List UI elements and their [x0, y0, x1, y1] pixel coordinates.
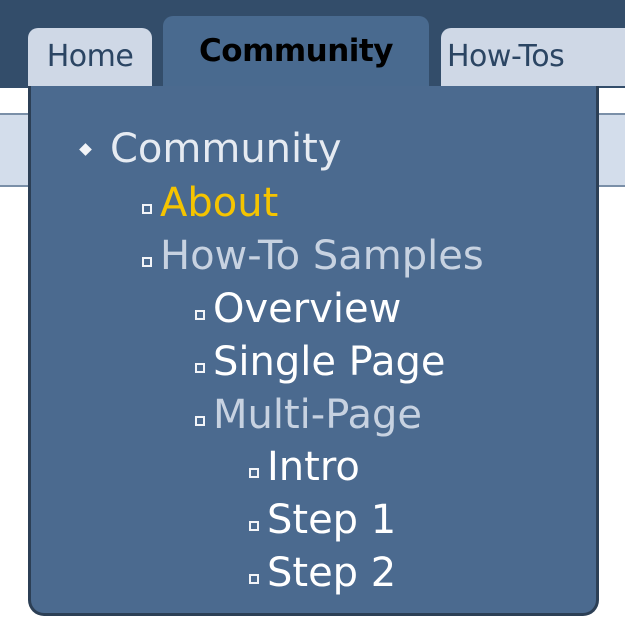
square-bullet-icon	[195, 363, 205, 373]
menu-item-label: Step 2	[267, 550, 397, 596]
menu-item-community[interactable]: Community	[79, 125, 342, 173]
menu-item-overview[interactable]: Overview	[195, 285, 401, 333]
menu-item-intro[interactable]: Intro	[249, 443, 360, 491]
menu-item-label: Step 1	[267, 497, 397, 543]
menu-item-label: Community	[110, 126, 342, 172]
menu-item-label: Overview	[213, 286, 402, 332]
menu-item-step-2[interactable]: Step 2	[249, 549, 396, 597]
menu-item-multi-page[interactable]: Multi-Page	[195, 391, 422, 439]
square-bullet-icon	[142, 204, 152, 214]
navigation-frame: Home Community How-Tos Community About H…	[0, 0, 625, 617]
menu-item-label: How-To Samples	[160, 233, 484, 279]
square-bullet-icon	[249, 521, 259, 531]
tab-how-tos[interactable]: How-Tos	[441, 28, 625, 86]
menu-item-about[interactable]: About	[142, 179, 278, 227]
diamond-bullet-icon	[79, 142, 92, 156]
square-bullet-icon	[195, 310, 205, 320]
menu-item-single-page[interactable]: Single Page	[195, 338, 446, 386]
tab-bar: Home Community How-Tos	[0, 0, 625, 88]
menu-item-label: Multi-Page	[213, 392, 423, 438]
menu-item-step-1[interactable]: Step 1	[249, 496, 396, 544]
square-bullet-icon	[142, 257, 152, 267]
square-bullet-icon	[195, 416, 205, 426]
menu-item-how-to-samples[interactable]: How-To Samples	[142, 232, 484, 280]
square-bullet-icon	[249, 574, 259, 584]
menu-item-label: About	[160, 180, 279, 226]
tab-community[interactable]: Community	[163, 16, 429, 88]
square-bullet-icon	[249, 468, 259, 478]
menu-item-label: Intro	[267, 444, 360, 490]
tab-home[interactable]: Home	[28, 28, 152, 86]
menu-item-label: Single Page	[213, 339, 446, 385]
